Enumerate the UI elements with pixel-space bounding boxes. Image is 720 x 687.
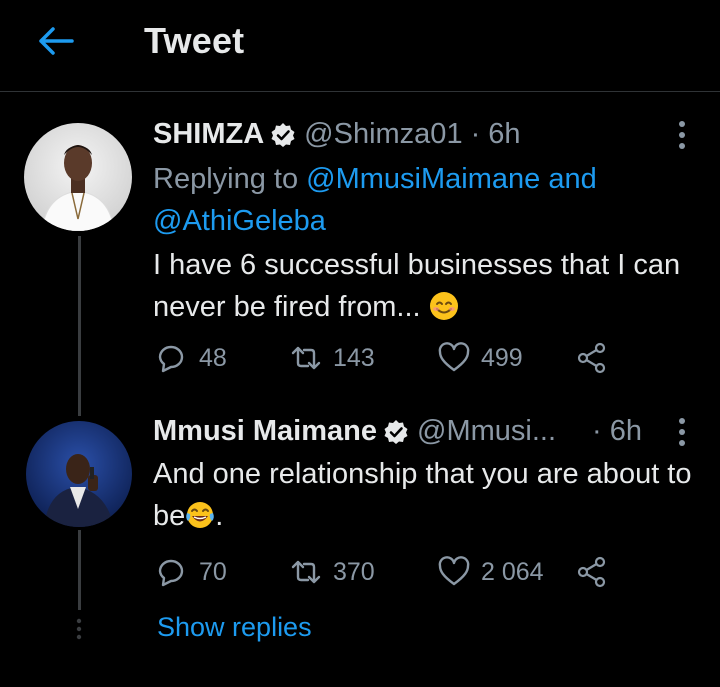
author-name[interactable]: Mmusi Maimane bbox=[153, 415, 377, 448]
tweet-actions: 70 370 2 064 bbox=[155, 554, 655, 590]
like-button[interactable]: 2 064 bbox=[437, 554, 544, 590]
tweet-text: And one relationship that you are about … bbox=[153, 453, 693, 537]
retweet-icon bbox=[291, 560, 321, 584]
author-name[interactable]: SHIMZA bbox=[153, 118, 264, 151]
replying-prefix: Replying to bbox=[153, 163, 299, 195]
reply-count: 48 bbox=[199, 343, 227, 372]
tears-of-joy-icon bbox=[185, 500, 215, 530]
author-handle[interactable]: @Mmusi... bbox=[417, 415, 556, 448]
share-button[interactable] bbox=[575, 554, 609, 590]
reply-button[interactable]: 70 bbox=[155, 554, 227, 590]
show-replies-link[interactable]: Show replies bbox=[157, 612, 312, 643]
share-button[interactable] bbox=[575, 340, 609, 376]
tweet-time: · 6h bbox=[592, 415, 642, 447]
heart-icon bbox=[438, 556, 470, 586]
tweet-body-end: . bbox=[215, 500, 224, 532]
top-bar: Tweet bbox=[0, 0, 720, 92]
tweet-header: Mmusi Maimane @Mmusi... · 6h bbox=[153, 415, 642, 448]
smiling-face-icon bbox=[429, 291, 459, 321]
tweet-header: SHIMZA @Shimza01 · 6h bbox=[153, 118, 521, 151]
thread-connector bbox=[78, 236, 81, 416]
page-title: Tweet bbox=[144, 20, 245, 61]
avatar[interactable] bbox=[26, 421, 132, 527]
tweet-time: · 6h bbox=[470, 118, 521, 150]
mention-link[interactable]: @AthiGeleba bbox=[153, 205, 326, 237]
retweet-count: 143 bbox=[333, 343, 375, 372]
more-options-icon[interactable] bbox=[676, 118, 688, 152]
mention-link[interactable]: @MmusiMaimane bbox=[306, 163, 540, 195]
tweet-actions: 48 143 499 bbox=[155, 340, 655, 376]
arrow-left-icon[interactable] bbox=[36, 26, 76, 56]
like-button[interactable]: 499 bbox=[437, 340, 523, 376]
like-count: 2 064 bbox=[481, 557, 544, 586]
retweet-button[interactable]: 370 bbox=[289, 554, 375, 590]
retweet-icon bbox=[291, 346, 321, 370]
replying-and[interactable]: and bbox=[548, 163, 596, 195]
more-options-icon[interactable] bbox=[676, 415, 688, 449]
avatar[interactable] bbox=[24, 123, 132, 231]
like-count: 499 bbox=[481, 343, 523, 372]
retweet-button[interactable]: 143 bbox=[289, 340, 375, 376]
reply-icon bbox=[158, 345, 184, 373]
thread-connector bbox=[78, 530, 81, 610]
tweet-text: I have 6 successful businesses that I ca… bbox=[153, 244, 693, 328]
verified-badge-icon bbox=[383, 419, 409, 445]
tweet-body: I have 6 successful businesses that I ca… bbox=[153, 249, 681, 323]
verified-badge-icon bbox=[270, 122, 296, 148]
author-handle[interactable]: @Shimza01 bbox=[304, 118, 462, 151]
share-icon bbox=[577, 342, 606, 374]
replying-to: Replying to @MmusiMaimane and @AthiGeleb… bbox=[153, 158, 653, 242]
retweet-count: 370 bbox=[333, 557, 375, 586]
reply-icon bbox=[158, 559, 184, 587]
reply-button[interactable]: 48 bbox=[155, 340, 227, 376]
reply-count: 70 bbox=[199, 557, 227, 586]
share-icon bbox=[577, 556, 606, 588]
tweet-body: And one relationship that you are about … bbox=[153, 458, 692, 532]
heart-icon bbox=[438, 342, 470, 372]
more-replies-dots bbox=[73, 618, 85, 640]
